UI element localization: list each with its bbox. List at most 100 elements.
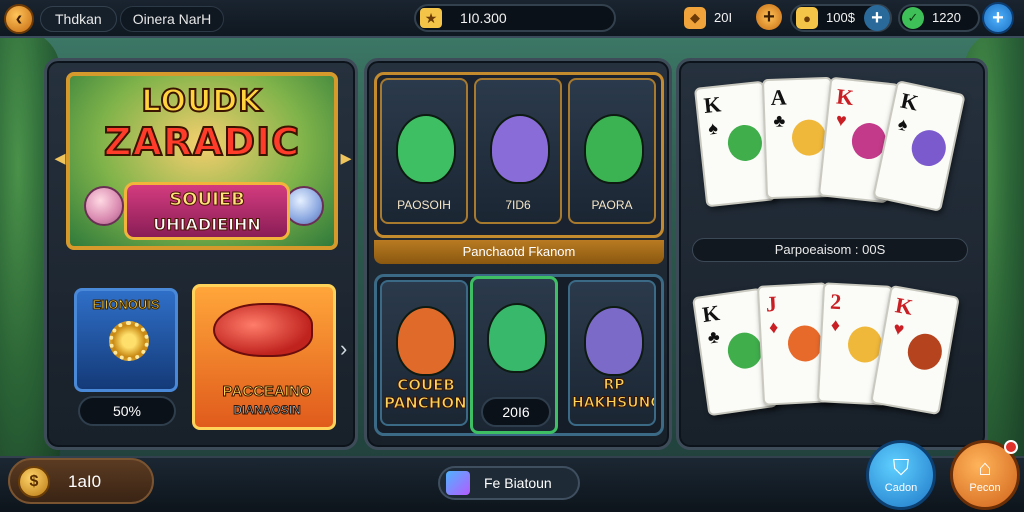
coin-value: 100$ — [826, 10, 855, 25]
fish-art-icon — [908, 126, 950, 170]
gem-value: 20I — [714, 10, 733, 25]
chest-art-icon — [787, 324, 823, 363]
bonus-label: EIIONOUIS — [92, 297, 160, 313]
center-action-button[interactable]: Fe Biatoun — [438, 466, 580, 500]
fish-card-4[interactable]: COUEB PANCHONS — [380, 280, 468, 426]
heart-icon: ♥ — [891, 318, 906, 340]
coin-balance-value: 1aI0 — [68, 472, 102, 491]
featured-game-banner[interactable]: LOUDK ZARADIC SOUIEB UHIADIEIHN — [66, 72, 338, 250]
fish-card-1[interactable]: PAOSOIH — [380, 78, 468, 224]
promo-line1: PACCEAINO — [222, 383, 312, 401]
back-button[interactable]: ‹ — [4, 4, 34, 34]
coin-icon: $ — [18, 466, 50, 498]
frog-fish-icon — [584, 114, 644, 184]
bonus-percent: 50% — [78, 396, 176, 426]
clover-icon: ✓ — [902, 7, 924, 29]
sun-gear-icon — [109, 321, 149, 361]
club-icon: ♣ — [773, 110, 786, 131]
profile-subtitle[interactable]: Oinera NarH — [120, 6, 224, 32]
green-fish-icon — [396, 114, 456, 184]
multiplier-text: Parpoeaisom : 00S — [774, 242, 886, 257]
profile-title[interactable]: Thdkan — [40, 6, 117, 32]
notification-dot — [1004, 440, 1018, 454]
card-rank: K — [893, 292, 915, 320]
featured-banner-line2: UHIADIEIHN — [153, 215, 262, 235]
bonus-percent-text: 50% — [112, 403, 142, 419]
gem-counter: ◆ 20I — [684, 6, 744, 32]
coin-balance[interactable]: $ 1aI0 — [8, 458, 154, 504]
frog-art-icon — [726, 123, 764, 163]
fish-card-label: PAORA — [591, 198, 633, 212]
featured-prev-arrow[interactable]: ◂ — [52, 146, 68, 170]
bonus-tile[interactable]: EIIONOUIS — [74, 288, 178, 392]
fish-card-label: COUEB PANCHONS — [384, 376, 467, 413]
fish-card-percent: 20I6 — [481, 397, 551, 427]
plus-icon: + — [871, 6, 883, 29]
card-rank: K — [702, 91, 723, 118]
card-multiplier-bar: Parpoeaisom : 00S — [692, 238, 968, 262]
cadon-button[interactable]: ⛉ Cadon — [866, 440, 936, 510]
promo-line2: DIANAOSIN — [233, 403, 301, 418]
shield-icon: ⛉ — [892, 455, 910, 480]
coin-icon: ● — [796, 7, 818, 29]
coin-counter: ● 100$ — [796, 6, 856, 32]
spade-icon: ♠ — [707, 117, 719, 139]
add-clover-button[interactable]: + — [982, 2, 1014, 34]
fish-card-label: RP HAKHSUNG — [572, 377, 656, 412]
diamond-suit-icon: ♦ — [768, 316, 779, 338]
spade-icon: ♠ — [896, 113, 910, 135]
treasure-art-icon — [904, 331, 945, 373]
red-fish-icon — [213, 303, 313, 357]
clover-value: 1220 — [932, 10, 961, 25]
club-icon: ♣ — [706, 326, 721, 348]
card-rank: K — [898, 87, 921, 116]
card-rank: K — [835, 83, 855, 111]
chevron-right-icon[interactable]: › — [340, 336, 354, 362]
frog-art-icon — [725, 330, 765, 371]
card-rank: J — [765, 290, 778, 317]
anglerfish-icon — [584, 306, 644, 376]
card-rank: K — [700, 299, 722, 328]
featured-title-line2: ZARADIC — [103, 119, 301, 165]
top-bar: ‹ Thdkan Oinera NarH ★ 1I0.300 ◆ 20I + ●… — [0, 0, 1024, 38]
coin-art-icon — [791, 119, 827, 157]
score-display: ★ 1I0.300 — [414, 4, 616, 32]
featured-subbanner: SOUIEB UHIADIEIHN — [124, 182, 290, 240]
diamond-suit-icon: ♦ — [830, 314, 841, 336]
fish-group-caption-text: Panchaotd Fkanom — [462, 244, 576, 259]
center-button-label: Fe Biatoun — [484, 475, 552, 491]
fish-group-caption: Panchaotd Fkanom — [374, 240, 664, 264]
home-button-label: Pecon — [969, 482, 1001, 494]
fish-card-label: PAOSOIH — [397, 198, 451, 212]
trophy-icon: ★ — [420, 8, 442, 28]
plus-icon: + — [763, 5, 775, 28]
cadon-button-label: Cadon — [884, 482, 918, 494]
add-coins-button[interactable]: + — [864, 5, 890, 31]
title-text: Thdkan — [55, 11, 102, 27]
purple-fish-icon — [490, 114, 550, 184]
score-value: 1I0.300 — [460, 10, 507, 26]
fish-card-6[interactable]: RP HAKHSUNG — [568, 280, 656, 426]
orange-fish-icon — [396, 306, 456, 376]
fish-card-3[interactable]: PAORA — [568, 78, 656, 224]
fish-card-2[interactable]: 7ID6 — [474, 78, 562, 224]
diamond-icon: ◆ — [684, 7, 706, 29]
plus-icon: + — [992, 6, 1004, 29]
featured-banner-line1: SOUIEB — [169, 189, 246, 211]
featured-title-line1: LOUDK — [140, 83, 263, 120]
pufferfish-right-icon — [284, 186, 324, 226]
green-fish-icon — [487, 303, 547, 373]
promo-tile[interactable]: PACCEAINO DIANAOSIN — [192, 284, 336, 430]
fish-card-label: 7ID6 — [505, 198, 531, 212]
gallery-icon — [446, 471, 470, 495]
featured-next-arrow[interactable]: ▸ — [338, 146, 354, 170]
fish-card-percent-text: 20I6 — [502, 404, 530, 420]
heart-icon: ♥ — [834, 109, 848, 131]
pufferfish-left-icon — [84, 186, 124, 226]
card-rank: 2 — [829, 288, 842, 315]
card-rank: A — [770, 84, 787, 110]
clover-counter: ✓ 1220 — [902, 6, 972, 32]
add-gems-button[interactable]: + — [756, 4, 782, 30]
fish-card-5-selected[interactable]: 20I6 — [470, 276, 558, 434]
home-icon: ⌂ — [978, 455, 992, 480]
